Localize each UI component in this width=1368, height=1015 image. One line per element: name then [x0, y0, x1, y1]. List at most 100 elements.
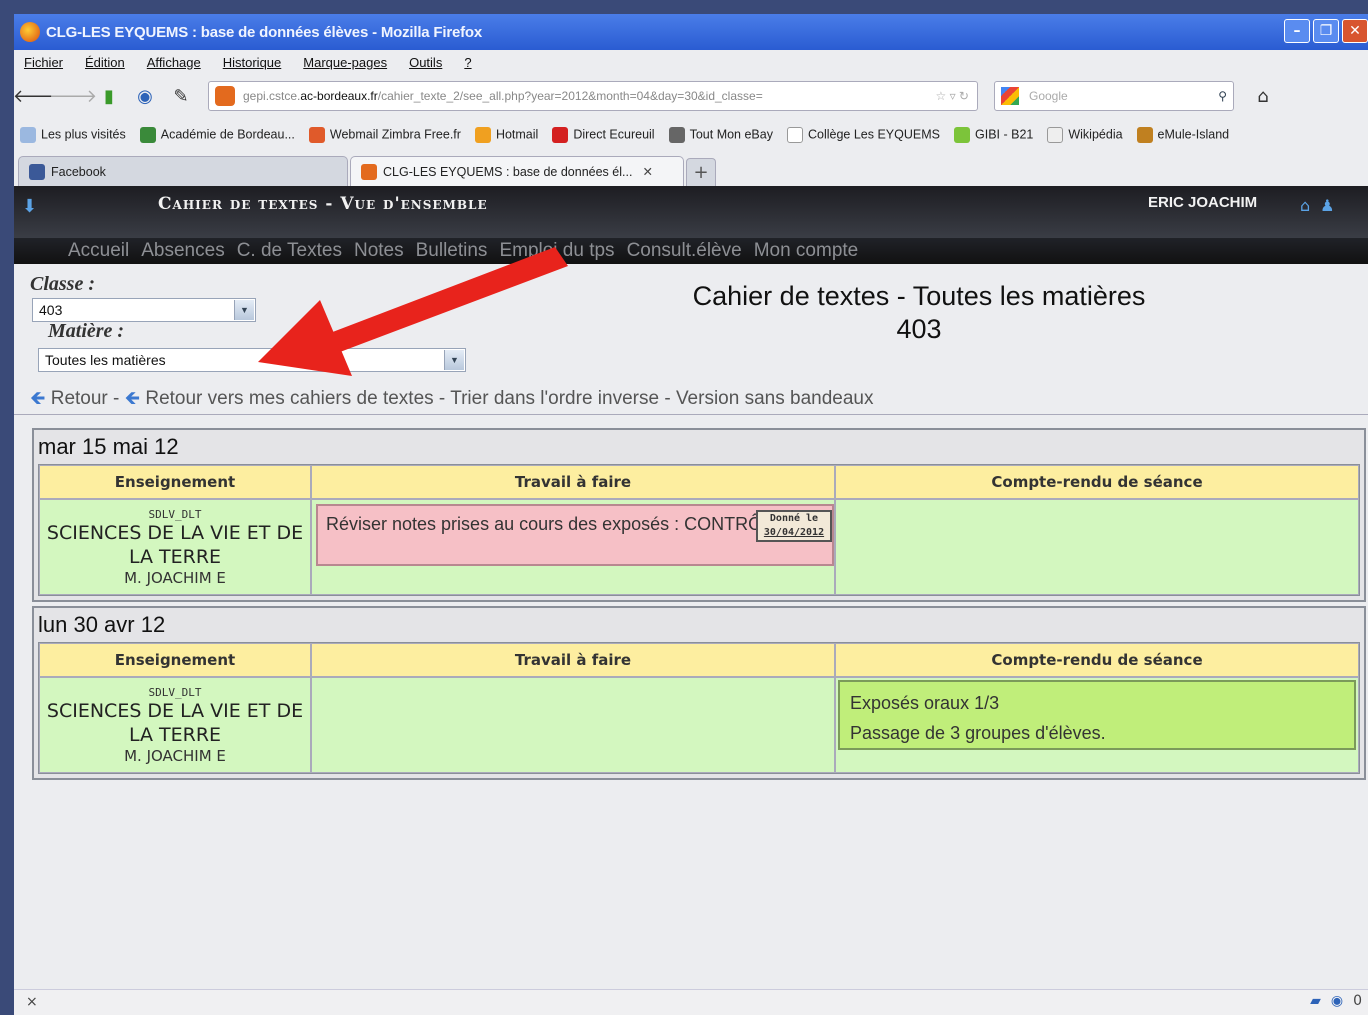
bookmark-item[interactable]: GIBI - B21 — [954, 127, 1033, 143]
bookmark-item[interactable]: Collège Les EYQUEMS — [786, 127, 940, 143]
subject-name: SCIENCES DE LA VIE ET DE LA TERRE — [46, 699, 304, 746]
day-block: lun 30 avr 12 Enseignement Travail à fai… — [32, 606, 1366, 780]
tab-gepi[interactable]: CLG-LES EYQUEMS : base de données él... … — [350, 156, 684, 186]
teacher-name: M. JOACHIM E — [124, 746, 226, 765]
nav-accueil[interactable]: Accueil — [68, 240, 129, 262]
home-icon[interactable]: ⌂ — [1248, 81, 1278, 111]
separator: - — [107, 388, 125, 409]
url-prefix: gepi.cstce. — [243, 89, 301, 103]
column-header-travail: Travail à faire — [311, 465, 835, 499]
forward-icon[interactable]: 🡒 — [49, 81, 97, 111]
day-table: Enseignement Travail à faire Compte-rend… — [38, 642, 1360, 774]
nav-consult-eleve[interactable]: Consult.élève — [627, 240, 742, 262]
search-placeholder: Google — [1029, 89, 1068, 103]
user-icon[interactable]: ♟ — [1320, 196, 1334, 215]
menu-fichier[interactable]: Fichier — [24, 55, 63, 70]
compte-rendu-note: Exposés oraux 1/3 Passage de 3 groupes d… — [838, 680, 1356, 750]
day-date: mar 15 mai 12 — [38, 434, 179, 459]
url-bar[interactable]: gepi.cstce. ac-bordeaux.fr/cahier_texte_2… — [208, 81, 978, 111]
url-path: /cahier_texte_2/see_all.php?year=2012&mo… — [377, 89, 763, 103]
nav-notes[interactable]: Notes — [354, 240, 404, 262]
back-icon[interactable]: 🡐 — [14, 81, 61, 111]
bookmark-item[interactable]: eMule-Island — [1136, 127, 1229, 143]
enseignement-cell: SDLV_DLT SCIENCES DE LA VIE ET DE LA TER… — [39, 499, 311, 595]
classe-value: 403 — [39, 302, 63, 318]
bookmark-item[interactable]: Hotmail — [474, 127, 538, 143]
web-icon[interactable]: ◉ — [130, 81, 160, 111]
compte-rendu-line: Exposés oraux 1/3 — [850, 693, 1000, 713]
site-favicon-icon — [215, 86, 235, 106]
matiere-select[interactable]: Toutes les matières ▼ — [38, 348, 466, 372]
minimize-icon[interactable]: – — [1284, 19, 1310, 43]
tab-label: CLG-LES EYQUEMS : base de données él... — [383, 164, 633, 179]
bookmark-star-icon[interactable]: ☆ ▿ ↻ — [927, 89, 977, 103]
tab-label: Facebook — [51, 164, 106, 179]
column-header-enseignement: Enseignement — [39, 465, 311, 499]
day-table: Enseignement Travail à faire Compte-rend… — [38, 464, 1360, 596]
facebook-icon — [29, 163, 45, 180]
nav-absences[interactable]: Absences — [141, 240, 224, 262]
subject-name: SCIENCES DE LA VIE ET DE LA TERRE — [46, 521, 304, 568]
subject-code: SDLV_DLT — [148, 507, 202, 521]
day-date: lun 30 avr 12 — [38, 612, 166, 637]
search-icon[interactable]: ⚲ — [1218, 89, 1227, 103]
menu-outils[interactable]: Outils — [409, 55, 442, 70]
teacher-name: M. JOACHIM E — [124, 568, 226, 587]
app-home-icon[interactable]: ⬇ — [22, 196, 37, 217]
column-header-compte-rendu: Compte-rendu de séance — [835, 465, 1359, 499]
classe-select[interactable]: 403 ▼ — [32, 298, 256, 322]
nav-emploi-du-temps[interactable]: Emploi du tps — [499, 240, 614, 262]
classe-label: Classe : — [30, 273, 95, 295]
stats-icon[interactable]: ▮ — [94, 81, 124, 111]
nav-mon-compte[interactable]: Mon compte — [754, 240, 859, 262]
menu-edition[interactable]: Édition — [85, 55, 125, 70]
matiere-label: Matière : — [48, 320, 125, 342]
nav-bulletins[interactable]: Bulletins — [416, 240, 488, 262]
search-box[interactable]: Google ⚲ — [994, 81, 1234, 111]
status-close-icon[interactable]: × — [26, 994, 38, 1010]
new-tab-button[interactable]: + — [686, 158, 716, 186]
tab-close-icon[interactable]: ✕ — [642, 164, 652, 179]
bookmark-item[interactable]: Les plus visités — [20, 127, 126, 143]
google-icon — [1001, 87, 1019, 105]
site-favicon-icon — [361, 163, 377, 180]
bookmark-item[interactable]: Wikipédia — [1047, 127, 1123, 143]
bookmark-item[interactable]: Direct Ecureuil — [552, 127, 655, 143]
menu-aide[interactable]: ? — [464, 55, 471, 70]
url-domain: ac-bordeaux.fr — [300, 89, 378, 103]
user-icons: ⌂ ♟ — [1300, 196, 1335, 215]
back-arrow-icon: 🡸 — [30, 388, 46, 409]
navigation-toolbar: 🡐 🡒 ▮ ◉ ✎ gepi.cstce. ac-bordeaux.fr/cahi… — [14, 76, 1368, 116]
menu-affichage[interactable]: Affichage — [147, 55, 201, 70]
tab-facebook[interactable]: Facebook — [18, 156, 348, 186]
firefox-icon — [20, 22, 40, 42]
bookmark-item[interactable]: Académie de Bordeau... — [139, 127, 295, 143]
menu-marque-pages[interactable]: Marque-pages — [303, 55, 387, 70]
chat-icon[interactable]: ▰ — [1310, 993, 1321, 1009]
trier-inverse-link[interactable]: Trier dans l'ordre inverse — [450, 388, 659, 409]
compte-rendu-cell — [835, 499, 1359, 595]
web-icon[interactable]: ◉ — [1331, 993, 1343, 1009]
restore-icon[interactable]: ❐ — [1313, 19, 1339, 43]
enseignement-cell: SDLV_DLT SCIENCES DE LA VIE ET DE LA TER… — [39, 677, 311, 773]
app-header: ⬇ Cahier de textes - Vue d'ensemble ERIC… — [14, 186, 1368, 238]
separator: - — [659, 388, 676, 409]
donne-date[interactable]: 30/04/2012 — [760, 526, 828, 540]
status-count: 0 — [1353, 993, 1362, 1009]
close-icon[interactable]: ✕ — [1342, 19, 1368, 43]
home-icon[interactable]: ⌂ — [1300, 196, 1310, 215]
bookmark-item[interactable]: Webmail Zimbra Free.fr — [308, 127, 461, 143]
bookmark-item[interactable]: Tout Mon eBay — [668, 127, 773, 143]
travail-cell — [311, 677, 835, 773]
version-sans-bandeaux-link[interactable]: Version sans bandeaux — [676, 388, 874, 409]
day-block: mar 15 mai 12 Enseignement Travail à fai… — [32, 428, 1366, 602]
travail-note: Réviser notes prises au cours des exposé… — [316, 504, 834, 566]
retour-cahiers-link[interactable]: Retour vers mes cahiers de textes — [145, 388, 433, 409]
addon-icon[interactable]: ✎ — [166, 81, 196, 111]
matiere-value: Toutes les matières — [45, 352, 166, 368]
status-bar: × ▰ ◉ 0 — [14, 989, 1368, 1015]
nav-cahier-textes[interactable]: C. de Textes — [237, 240, 342, 262]
menu-historique[interactable]: Historique — [223, 55, 282, 70]
page-links: 🡸 Retour - 🡸 Retour vers mes cahiers de … — [30, 384, 873, 416]
retour-link[interactable]: Retour — [51, 388, 108, 409]
